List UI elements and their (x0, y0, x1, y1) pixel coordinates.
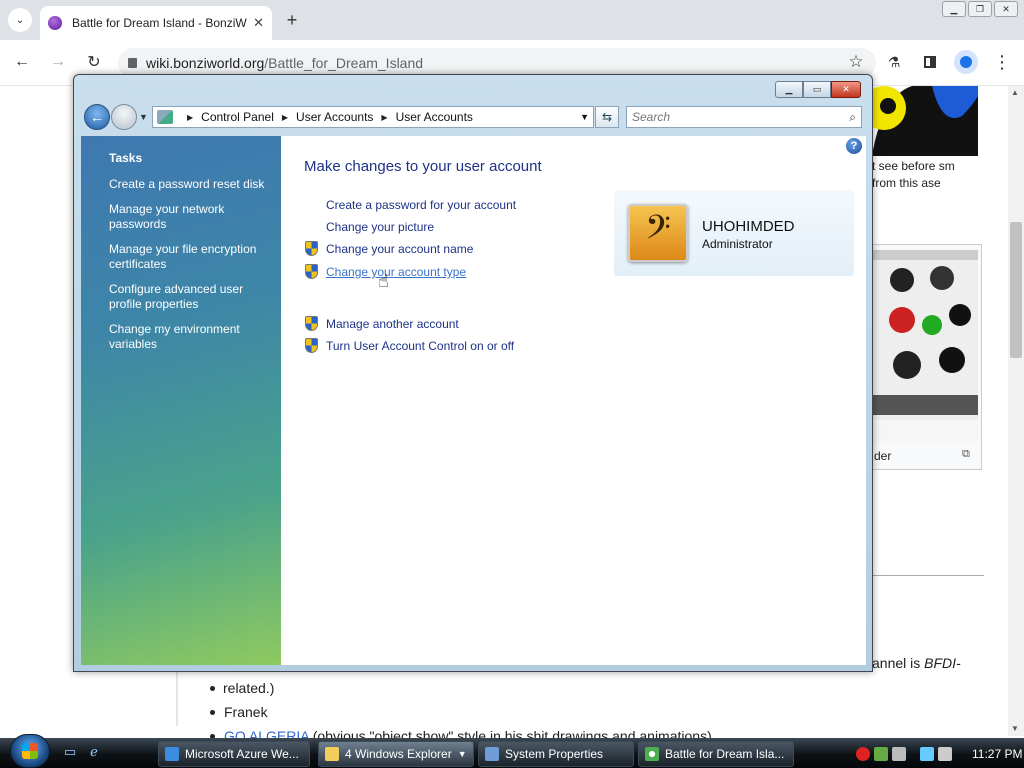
task-environment-variables[interactable]: Change my environment variables (109, 322, 269, 352)
scroll-up-icon[interactable]: ▲ (1011, 88, 1019, 97)
taskbar-button-explorer[interactable]: 4 Windows Explorer ▼ (318, 741, 474, 767)
forward-arrow-icon[interactable] (111, 104, 137, 130)
system-properties-icon (485, 747, 499, 761)
task-manage-network-passwords[interactable]: Manage your network passwords (109, 202, 269, 232)
tasks-pane: Tasks Create a password reset disk Manag… (81, 136, 281, 665)
wiki-image-character-collage[interactable] (872, 250, 978, 442)
device-icon[interactable] (892, 747, 906, 761)
help-icon[interactable]: ? (846, 138, 862, 154)
browser-tab[interactable]: Battle for Dream Island - BonziWorld ✕ (40, 6, 272, 40)
control-panel-icon (157, 110, 173, 124)
close-button[interactable]: ✕ (994, 1, 1018, 17)
refresh-icon[interactable]: ⇆ (595, 106, 619, 128)
change-picture-link[interactable]: Change your picture (326, 220, 434, 234)
start-button[interactable] (10, 734, 50, 768)
labs-flask-icon[interactable]: ⚗ (882, 50, 906, 74)
list-item: related.) (208, 676, 712, 700)
change-account-type-link[interactable]: Change your account type (326, 265, 466, 279)
security-alert-icon[interactable] (856, 747, 870, 761)
wiki-divider (872, 575, 984, 576)
forward-button[interactable]: → (46, 50, 70, 74)
uac-shield-icon (305, 241, 318, 256)
system-tray: 11:27 PM (856, 742, 1022, 766)
search-input[interactable]: Search ⌕ (626, 106, 862, 128)
breadcrumb-user-accounts-current[interactable]: User Accounts (396, 110, 473, 124)
page-scrollbar[interactable] (1008, 86, 1024, 736)
url-path: /Battle_for_Dream_Island (264, 55, 424, 71)
breadcrumb-control-panel[interactable]: Control Panel (201, 110, 274, 124)
explorer-address-bar[interactable]: ▶ Control Panel ▶ User Accounts ▶ User A… (152, 106, 594, 128)
group-dropdown-icon[interactable]: ▼ (458, 749, 467, 759)
taskbar-button-chrome[interactable]: Battle for Dream Isla... (638, 741, 794, 767)
show-desktop-icon[interactable]: ▭ (62, 744, 78, 760)
network-icon[interactable] (920, 747, 934, 761)
uac-toggle-link[interactable]: Turn User Account Control on or off (326, 339, 514, 353)
taskbar-button-system-properties[interactable]: System Properties (478, 741, 634, 767)
wiki-caption-2: der (874, 449, 892, 463)
clock[interactable]: 11:27 PM (972, 747, 1022, 761)
minimize-button[interactable]: ▁ (942, 1, 966, 17)
internet-explorer-icon[interactable]: ℯ (86, 744, 102, 760)
maximize-button[interactable]: ▭ (803, 81, 831, 98)
page-title: Make changes to your user account (304, 158, 542, 175)
restore-button[interactable]: ❐ (968, 1, 992, 17)
browser-menu-icon[interactable]: ⋮ (990, 50, 1014, 74)
recent-pages-dropdown-icon[interactable]: ▼ (139, 112, 148, 122)
search-placeholder: Search (632, 110, 671, 124)
bookmark-star-icon[interactable]: ☆ (844, 50, 868, 74)
create-password-link[interactable]: Create a password for your account (326, 198, 516, 212)
ie-icon (165, 747, 179, 761)
side-panel-icon[interactable] (918, 50, 942, 74)
breadcrumb-chevron-icon[interactable]: ▶ (187, 113, 193, 122)
user-picture-avatar: 𝄢 (628, 204, 688, 262)
breadcrumb-chevron-icon[interactable]: ▶ (282, 113, 288, 122)
back-button[interactable]: ← (10, 50, 34, 74)
window-controls: ▁ ▭ ✕ (775, 81, 861, 98)
profile-avatar-icon[interactable] (954, 50, 978, 74)
window-controls: ▁ ❐ ✕ (942, 1, 1018, 17)
uac-shield-icon (305, 338, 318, 353)
close-button[interactable]: ✕ (831, 81, 861, 98)
breadcrumb-user-accounts[interactable]: User Accounts (296, 110, 373, 124)
tab-title: Battle for Dream Island - BonziWorld (72, 16, 248, 30)
back-arrow-icon[interactable]: ← (84, 104, 110, 130)
manage-another-account-link[interactable]: Manage another account (326, 317, 459, 331)
task-advanced-profile-properties[interactable]: Configure advanced user profile properti… (109, 282, 269, 312)
folder-icon (325, 747, 339, 761)
address-dropdown-icon[interactable]: ▼ (580, 112, 589, 122)
hand-cursor-icon: ☝ (378, 271, 389, 291)
tab-search-button[interactable]: ⌄ (8, 8, 32, 32)
update-icon[interactable] (874, 747, 888, 761)
user-role: Administrator (702, 237, 773, 251)
reload-button[interactable]: ↻ (82, 50, 106, 74)
list-item: Franek (208, 700, 712, 724)
task-create-reset-disk[interactable]: Create a password reset disk (109, 177, 269, 192)
scroll-down-icon[interactable]: ▼ (1011, 724, 1019, 733)
task-manage-encryption-certificates[interactable]: Manage your file encryption certificates (109, 242, 269, 272)
windows-logo-icon (22, 743, 38, 759)
change-name-link[interactable]: Change your account name (326, 242, 473, 256)
lock-icon (128, 58, 137, 68)
uac-shield-icon (305, 264, 318, 279)
wiki-caption-1: t see before sm from this ase (872, 159, 955, 190)
breadcrumb-chevron-icon[interactable]: ▶ (381, 113, 387, 122)
enlarge-icon[interactable]: ⧉ (962, 448, 970, 461)
bonzi-favicon-icon (48, 16, 62, 30)
search-icon[interactable]: ⌕ (849, 110, 856, 124)
wiki-image-bfdi-logo[interactable] (872, 86, 978, 156)
wiki-text-line: annel is BFDI- (872, 655, 961, 671)
volume-muted-icon[interactable] (938, 747, 952, 761)
scrollbar-thumb[interactable] (1010, 222, 1022, 358)
tab-close-icon[interactable]: ✕ (253, 15, 264, 31)
uac-shield-icon (305, 316, 318, 331)
tasks-heading: Tasks (109, 151, 143, 165)
url-host: wiki.bonziworld.org (146, 55, 265, 71)
user-name: UHOHIMDED (702, 218, 795, 235)
minimize-button[interactable]: ▁ (775, 81, 803, 98)
new-tab-button[interactable]: + (280, 8, 304, 32)
browser-icon (645, 747, 659, 761)
taskbar-button-azure[interactable]: Microsoft Azure We... (158, 741, 310, 767)
